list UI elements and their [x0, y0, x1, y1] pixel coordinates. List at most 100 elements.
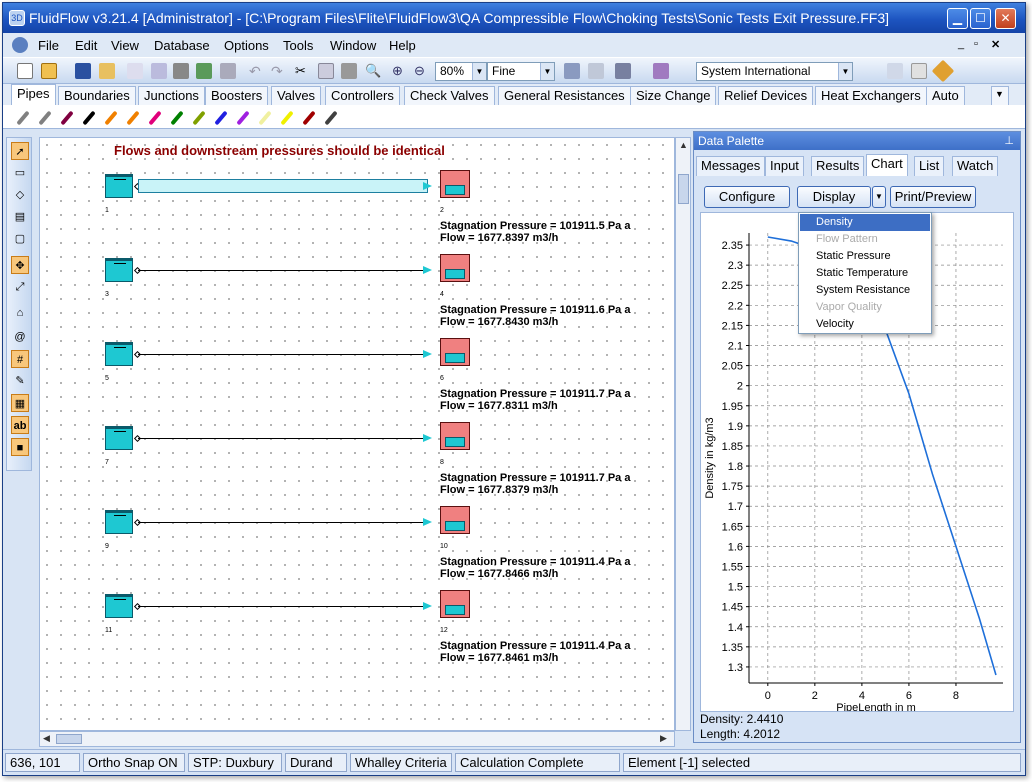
pipe-tool-15-icon[interactable] — [324, 110, 338, 126]
source-tank-icon[interactable] — [105, 342, 133, 366]
pipe-tool-1-icon[interactable] — [16, 110, 30, 126]
canvas-horizontal-scrollbar[interactable]: ◀ ▶ — [39, 731, 675, 747]
open-folder-icon[interactable] — [41, 63, 57, 79]
menu-database[interactable]: Database — [154, 38, 210, 53]
tab-valves[interactable]: Valves — [271, 86, 322, 105]
erase-icon[interactable] — [653, 63, 669, 79]
source-tank-icon[interactable] — [105, 510, 133, 534]
pipe-tool-12-icon[interactable] — [258, 110, 272, 126]
redo-icon[interactable]: ↷ — [271, 63, 287, 79]
scroll-right-icon[interactable]: ▶ — [660, 733, 667, 744]
scale-icon[interactable]: ⤢ — [11, 278, 29, 296]
pipe-tool-14-icon[interactable] — [302, 110, 316, 126]
pipe-segment[interactable] — [138, 438, 428, 439]
minimize-button[interactable]: ▁ — [947, 8, 968, 29]
pipe-segment[interactable] — [138, 270, 428, 271]
dropdown-item-system-resistance[interactable]: System Resistance — [800, 282, 930, 299]
maximize-button[interactable]: ☐ — [970, 8, 991, 29]
source-tank-icon[interactable] — [105, 594, 133, 618]
source-tank-icon[interactable] — [105, 258, 133, 282]
zoom-out-icon[interactable]: ⊖ — [414, 63, 430, 79]
style-icon[interactable]: ▦ — [11, 394, 29, 412]
tab-pipes[interactable]: Pipes — [11, 84, 56, 105]
menu-view[interactable]: View — [111, 38, 139, 53]
source-tank-icon[interactable] — [105, 426, 133, 450]
zoom-select[interactable]: 80% ▼ — [435, 62, 487, 81]
node-icon[interactable]: # — [11, 350, 29, 368]
vertical-scroll-thumb[interactable] — [678, 174, 689, 204]
undo-icon[interactable]: ↶ — [249, 63, 265, 79]
canvas-vertical-scrollbar[interactable]: ▲ — [675, 137, 691, 731]
tab-general-resistances[interactable]: General Resistances — [498, 86, 631, 105]
outlet-tank-icon[interactable] — [440, 170, 470, 198]
tab-results[interactable]: Results — [811, 156, 865, 176]
tab-size-change[interactable]: Size Change — [630, 86, 717, 105]
menu-help[interactable]: Help — [389, 38, 416, 53]
calculate-icon[interactable] — [564, 63, 580, 79]
tab-boosters[interactable]: Boosters — [205, 86, 269, 105]
flow-icon[interactable] — [615, 63, 631, 79]
cut-icon[interactable]: ✂ — [295, 63, 311, 79]
menu-window[interactable]: Window — [330, 38, 376, 53]
paste-icon[interactable] — [341, 63, 357, 79]
tab-messages[interactable]: Messages — [696, 156, 766, 176]
scroll-left-icon[interactable]: ◀ — [43, 733, 50, 744]
pipe-segment[interactable] — [138, 522, 428, 523]
dropdown-item-velocity[interactable]: Velocity — [800, 316, 930, 333]
print-preview-button[interactable]: Print/Preview — [890, 186, 976, 208]
pipe-tool-6-icon[interactable] — [126, 110, 140, 126]
source-tank-icon[interactable] — [105, 174, 133, 198]
pipe-tool-7-icon[interactable] — [148, 110, 162, 126]
frame-icon[interactable]: ▢ — [11, 230, 29, 248]
dropdown-item-static-temperature[interactable]: Static Temperature — [800, 265, 930, 282]
outlet-tank-icon[interactable] — [440, 590, 470, 618]
copy-icon[interactable] — [318, 63, 334, 79]
tab-boundaries[interactable]: Boundaries — [58, 86, 136, 105]
pipe-tool-8-icon[interactable] — [170, 110, 184, 126]
outlet-tank-icon[interactable] — [440, 338, 470, 366]
units-select[interactable]: System International ▼ — [696, 62, 853, 81]
find-icon[interactable]: 🔍 — [365, 63, 381, 79]
quality-select[interactable]: Fine ▼ — [487, 62, 555, 81]
pin-icon[interactable]: ⊥ — [1004, 134, 1014, 147]
tab-input[interactable]: Input — [765, 156, 804, 176]
zoom-in-icon[interactable]: ⊕ — [392, 63, 408, 79]
horizontal-scroll-thumb[interactable] — [56, 734, 82, 744]
display-dropdown-arrow[interactable]: ▼ — [872, 186, 886, 208]
tab-chart[interactable]: Chart — [866, 154, 908, 176]
menu-tools[interactable]: Tools — [283, 38, 313, 53]
new-file-icon[interactable] — [17, 63, 33, 79]
pipe-tool-3-icon[interactable] — [60, 110, 74, 126]
save-all-icon[interactable] — [99, 63, 115, 79]
tab-check-valves[interactable]: Check Valves — [404, 86, 495, 105]
outlet-tank-icon[interactable] — [440, 506, 470, 534]
select-arrow-icon[interactable]: ➚ — [11, 142, 29, 160]
save-icon[interactable] — [75, 63, 91, 79]
pipe-tool-11-icon[interactable] — [236, 110, 250, 126]
tab-list[interactable]: List — [914, 156, 945, 176]
menu-options[interactable]: Options — [224, 38, 269, 53]
configure-button[interactable]: Configure — [704, 186, 790, 208]
annotation-icon[interactable]: ⌂ — [11, 304, 29, 322]
export-icon[interactable] — [196, 63, 212, 79]
move-icon[interactable]: ✥ — [11, 256, 29, 274]
mdi-close-button[interactable]: ✕ — [991, 38, 1000, 51]
pipe-tool-4-icon[interactable] — [82, 110, 96, 126]
pipe-tool-5-icon[interactable] — [104, 110, 118, 126]
menu-edit[interactable]: Edit — [75, 38, 97, 53]
pipe-segment[interactable] — [138, 179, 428, 193]
fill-color-icon[interactable]: ■ — [11, 438, 29, 456]
tab-controllers[interactable]: Controllers — [325, 86, 400, 105]
tab-watch[interactable]: Watch — [952, 156, 999, 176]
scroll-up-icon[interactable]: ▲ — [679, 140, 688, 150]
lasso-icon[interactable]: ◇ — [11, 186, 29, 204]
pen-icon[interactable]: ✎ — [11, 372, 29, 390]
print-icon[interactable] — [173, 63, 189, 79]
tab-heat-exchangers[interactable]: Heat Exchangers — [815, 86, 927, 105]
pipe-tool-13-icon[interactable] — [280, 110, 294, 126]
outlet-tank-icon[interactable] — [440, 422, 470, 450]
text-style-icon[interactable]: ab — [11, 416, 29, 434]
dropdown-item-density[interactable]: Density — [800, 214, 930, 231]
outlet-tank-icon[interactable] — [440, 254, 470, 282]
display-button[interactable]: Display — [797, 186, 871, 208]
